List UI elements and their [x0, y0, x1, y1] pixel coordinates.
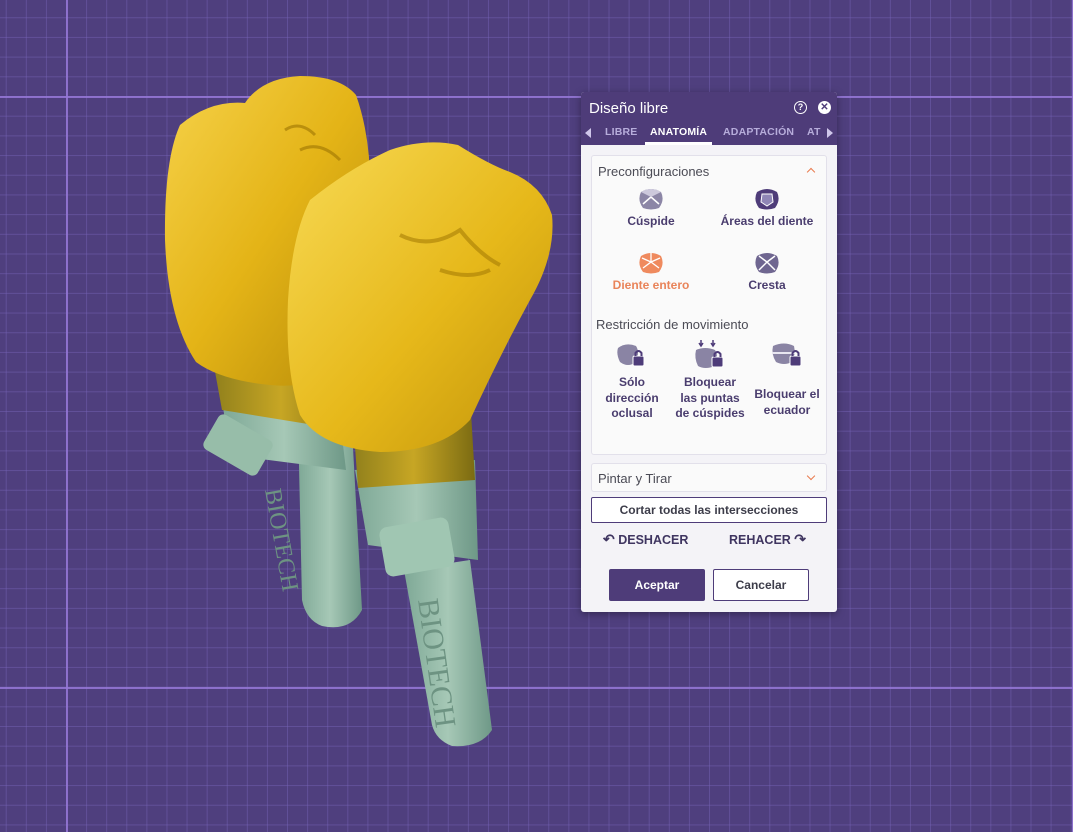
- undo-icon: ↶: [603, 531, 615, 547]
- restrict-equator[interactable]: Bloquear el ecuador: [750, 340, 824, 418]
- front-crown: [287, 142, 553, 452]
- accept-button[interactable]: Aceptar: [609, 569, 705, 601]
- cancel-button[interactable]: Cancelar: [713, 569, 809, 601]
- tab-anatomia[interactable]: ANATOMÍA: [645, 123, 713, 145]
- paint-pull-title: Pintar y Tirar: [598, 471, 672, 486]
- 3d-viewport[interactable]: BIOTECH BIOTECH: [0, 0, 1073, 827]
- equator-lock-icon: [772, 343, 802, 367]
- cut-all-intersections-button[interactable]: Cortar todas las intersecciones: [591, 497, 827, 523]
- restrict-cusp-tips[interactable]: Bloquear las puntas de cúspides: [674, 338, 746, 422]
- close-icon[interactable]: ✕: [818, 101, 831, 114]
- paint-pull-section[interactable]: Pintar y Tirar: [591, 463, 827, 492]
- presets-section: Preconfiguraciones Cúspide Áreas del die…: [591, 155, 827, 455]
- redo-icon: ↷: [794, 531, 807, 547]
- preset-diente-entero[interactable]: Diente entero: [596, 250, 706, 292]
- tooth-model: BIOTECH BIOTECH: [164, 76, 553, 747]
- chevron-down-icon[interactable]: [806, 471, 816, 481]
- ridge-icon: [755, 253, 779, 274]
- tab-scroll-left-icon[interactable]: [585, 128, 591, 138]
- preset-areas-del-diente[interactable]: Áreas del diente: [712, 186, 822, 228]
- presets-title: Preconfiguraciones: [598, 164, 710, 179]
- tab-scroll-right-icon[interactable]: [827, 128, 833, 138]
- tab-bar: LIBRE ANATOMÍA ADAPTACIÓN AT: [581, 123, 837, 145]
- cusp-tips-lock-icon: [695, 340, 724, 368]
- panel-title: Diseño libre: [589, 100, 669, 117]
- chevron-up-icon[interactable]: [806, 167, 816, 177]
- tab-adaptacion[interactable]: ADAPTACIÓN: [723, 123, 794, 145]
- free-design-panel: Diseño libre ? ✕ LIBRE ANATOMÍA ADAPTACI…: [581, 92, 837, 612]
- restrict-occlusal[interactable]: Sólo dirección oclusal: [596, 340, 668, 422]
- preset-cresta[interactable]: Cresta: [712, 250, 822, 292]
- redo-button[interactable]: REHACER ↷: [729, 531, 806, 548]
- occlusal-lock-icon: [617, 344, 645, 367]
- tab-libre[interactable]: LIBRE: [605, 123, 638, 145]
- restriction-title: Restricción de movimiento: [596, 317, 749, 332]
- preset-cuspide[interactable]: Cúspide: [596, 186, 706, 228]
- whole-tooth-icon: [639, 253, 663, 274]
- tooth-areas-icon: [755, 189, 779, 210]
- svg-text:BIOTECH: BIOTECH: [259, 487, 303, 594]
- undo-button[interactable]: ↶ DESHACER: [603, 531, 688, 548]
- help-icon[interactable]: ?: [794, 101, 807, 114]
- cusp-icon: [639, 189, 663, 210]
- tab-at[interactable]: AT: [807, 123, 821, 145]
- panel-header: Diseño libre ? ✕ LIBRE ANATOMÍA ADAPTACI…: [581, 92, 837, 145]
